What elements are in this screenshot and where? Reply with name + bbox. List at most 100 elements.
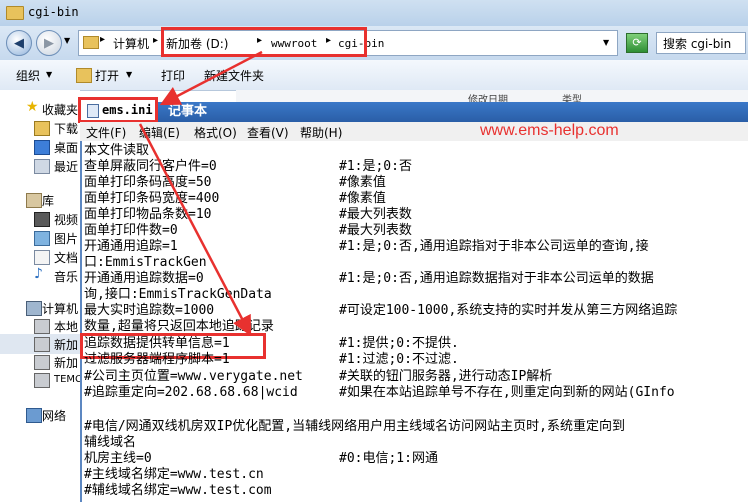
drive-icon: [34, 319, 50, 334]
chevron-down-icon: ▼: [46, 70, 53, 79]
ini-line: 面单打印条码宽度=400: [84, 191, 220, 206]
desktop-icon: [34, 140, 50, 155]
open-folder-icon: [76, 68, 92, 83]
search-input[interactable]: 搜索 cgi-bin: [656, 32, 746, 54]
ini-line: #辅线域名绑定=www.test.com: [84, 483, 272, 498]
menu-format[interactable]: 格式(O): [194, 124, 237, 141]
nav-libraries[interactable]: 库: [0, 190, 80, 210]
breadcrumb-computer[interactable]: 计算机: [113, 35, 149, 52]
nav-new-volume-selected[interactable]: 新加: [0, 334, 80, 354]
computer-icon: [26, 301, 42, 316]
nav-music[interactable]: ♪ 音乐: [0, 266, 80, 286]
ini-line: 开通通用追踪数据=0: [84, 271, 204, 286]
ini-line: 辅线域名: [84, 435, 137, 450]
ini-comment: #1:是;0:否,通用追踪数据指对于非本公司运单的数据: [339, 271, 654, 286]
nav-videos[interactable]: 视频: [0, 209, 80, 229]
nav-computer[interactable]: 计算机: [0, 298, 80, 318]
recent-places-icon: [34, 159, 50, 174]
star-icon: ★: [26, 99, 39, 115]
search-placeholder: 搜索 cgi-bin: [663, 37, 732, 51]
navigation-pane: ★ 收藏夹 下载 桌面 最近 库 视频 图片 文档 ♪ 音乐 计算机 本地 新加 新…: [0, 90, 82, 502]
menu-view[interactable]: 查看(V): [247, 124, 289, 141]
network-icon: [26, 408, 42, 423]
menu-edit[interactable]: 编辑(E): [139, 124, 180, 141]
notepad-filename: ems.ini: [102, 103, 153, 117]
back-arrow-icon: ◀: [14, 35, 24, 51]
drive-icon: [34, 337, 50, 352]
ini-line: 开通通用追踪=1: [84, 239, 178, 254]
ini-comment: #如果在本站追踪单号不存在,则重定向到新的网站(GInfo: [339, 385, 675, 400]
video-icon: [34, 212, 50, 227]
drive-icon: [34, 373, 50, 388]
ini-comment: #关联的钮门服务器,进行动态IP解析: [339, 369, 553, 384]
ini-line: 机房主线=0: [84, 451, 152, 466]
download-folder-icon: [34, 121, 50, 136]
notepad-file-icon: [87, 104, 99, 118]
nav-new-volume[interactable]: 新加: [0, 352, 80, 372]
nav-pictures[interactable]: 图片: [0, 228, 80, 248]
menu-help[interactable]: 帮助(H): [300, 124, 342, 141]
music-icon: ♪: [34, 266, 43, 282]
nav-recent[interactable]: 最近: [0, 156, 80, 176]
window-title: cgi-bin: [28, 5, 79, 19]
ini-line: 询,接口:EmmisTrackGenData: [84, 287, 272, 302]
ini-line: 面单打印物品条数=10: [84, 207, 212, 222]
notepad-menu-bar: 文件(F) 编辑(E) 格式(O) 查看(V) 帮助(H): [80, 122, 748, 142]
ini-comment: #1:提供;0:不提供.: [339, 336, 459, 351]
new-folder-button[interactable]: 新建文件夹: [204, 67, 264, 84]
ini-comment: #1:是;0:否,通用追踪指对于非本公司运单的查询,接: [339, 239, 649, 254]
chevron-down-icon: ▼: [126, 70, 133, 79]
ini-line: 面单打印件数=0: [84, 223, 178, 238]
ini-line: #主线域名绑定=www.test.cn: [84, 467, 264, 482]
watermark-url: www.ems-help.com: [480, 122, 619, 139]
drive-icon: [34, 355, 50, 370]
refresh-icon: ⟳: [632, 36, 642, 49]
forward-arrow-icon: ▶: [44, 35, 54, 51]
ini-comment: #0:电信;1:网通: [339, 451, 438, 466]
folder-icon: [6, 6, 24, 20]
ini-line: #追踪重定向=202.68.68.68|wcid: [84, 385, 298, 400]
command-toolbar: 组织 ▼ 打开 ▼ 打印 新建文件夹: [0, 60, 748, 91]
ini-comment: #像素值: [339, 191, 386, 206]
window-border: [80, 141, 82, 502]
annotation-filename-highlight: ems.ini: [78, 97, 158, 123]
menu-file[interactable]: 文件(F): [86, 124, 126, 141]
notepad-app-name: 记事本: [168, 104, 208, 119]
ini-comment: #可设定100-1000,系统支持的实时并发从第三方网络追踪: [339, 303, 678, 318]
forward-button[interactable]: ▶: [36, 30, 62, 56]
back-button[interactable]: ◀: [6, 30, 32, 56]
refresh-button[interactable]: ⟳: [626, 33, 648, 53]
nav-favorites[interactable]: ★ 收藏夹: [0, 99, 80, 119]
ini-line: #电信/网通双线机房双IP优化配置,当辅线网络用户用主线域名访问网站主页时,系统…: [84, 419, 625, 434]
nav-documents[interactable]: 文档: [0, 247, 80, 267]
organize-button[interactable]: 组织: [16, 67, 40, 84]
ini-comment: #像素值: [339, 175, 386, 190]
print-button[interactable]: 打印: [161, 67, 185, 84]
address-dropdown-icon[interactable]: ▼: [603, 38, 609, 47]
ini-line: 口:EmmisTrackGen: [84, 255, 207, 270]
address-row: ◀ ▶ ▼ ▸ 计算机 ▸ 新加卷 (D:) ▸ wwwroot ▸ cgi-b…: [0, 26, 748, 60]
ini-comment: #最大列表数: [339, 207, 412, 222]
pictures-icon: [34, 231, 50, 246]
nav-local-disk[interactable]: 本地: [0, 316, 80, 336]
nav-network[interactable]: 网络: [0, 405, 80, 425]
annotation-address-highlight: [161, 27, 367, 57]
ini-line: 面单打印条码高度=50: [84, 175, 212, 190]
ini-line: 最大实时追踪数=1000: [84, 303, 215, 318]
chevron-right-icon: ▸: [100, 34, 106, 45]
ini-comment: #1:过滤;0:不过滤.: [339, 352, 459, 367]
nav-downloads[interactable]: 下载: [0, 118, 80, 138]
library-icon: [26, 193, 42, 208]
ini-line: 过滤服务器端程序脚本=1: [84, 352, 230, 367]
ini-comment: #最大列表数: [339, 223, 412, 238]
explorer-title-bar: cgi-bin: [0, 0, 748, 26]
ini-line: #公司主页位置=www.verygate.net: [84, 369, 303, 384]
ini-line: 本文件读取: [84, 143, 150, 158]
folder-icon: [83, 36, 99, 49]
documents-icon: [34, 250, 50, 265]
open-button[interactable]: 打开: [95, 67, 119, 84]
ini-comment: #1:是;0:否: [339, 159, 412, 174]
nav-desktop[interactable]: 桌面: [0, 137, 80, 157]
nav-temc[interactable]: TEMC: [0, 370, 82, 390]
recent-pages-dropdown-icon[interactable]: ▼: [64, 36, 70, 45]
